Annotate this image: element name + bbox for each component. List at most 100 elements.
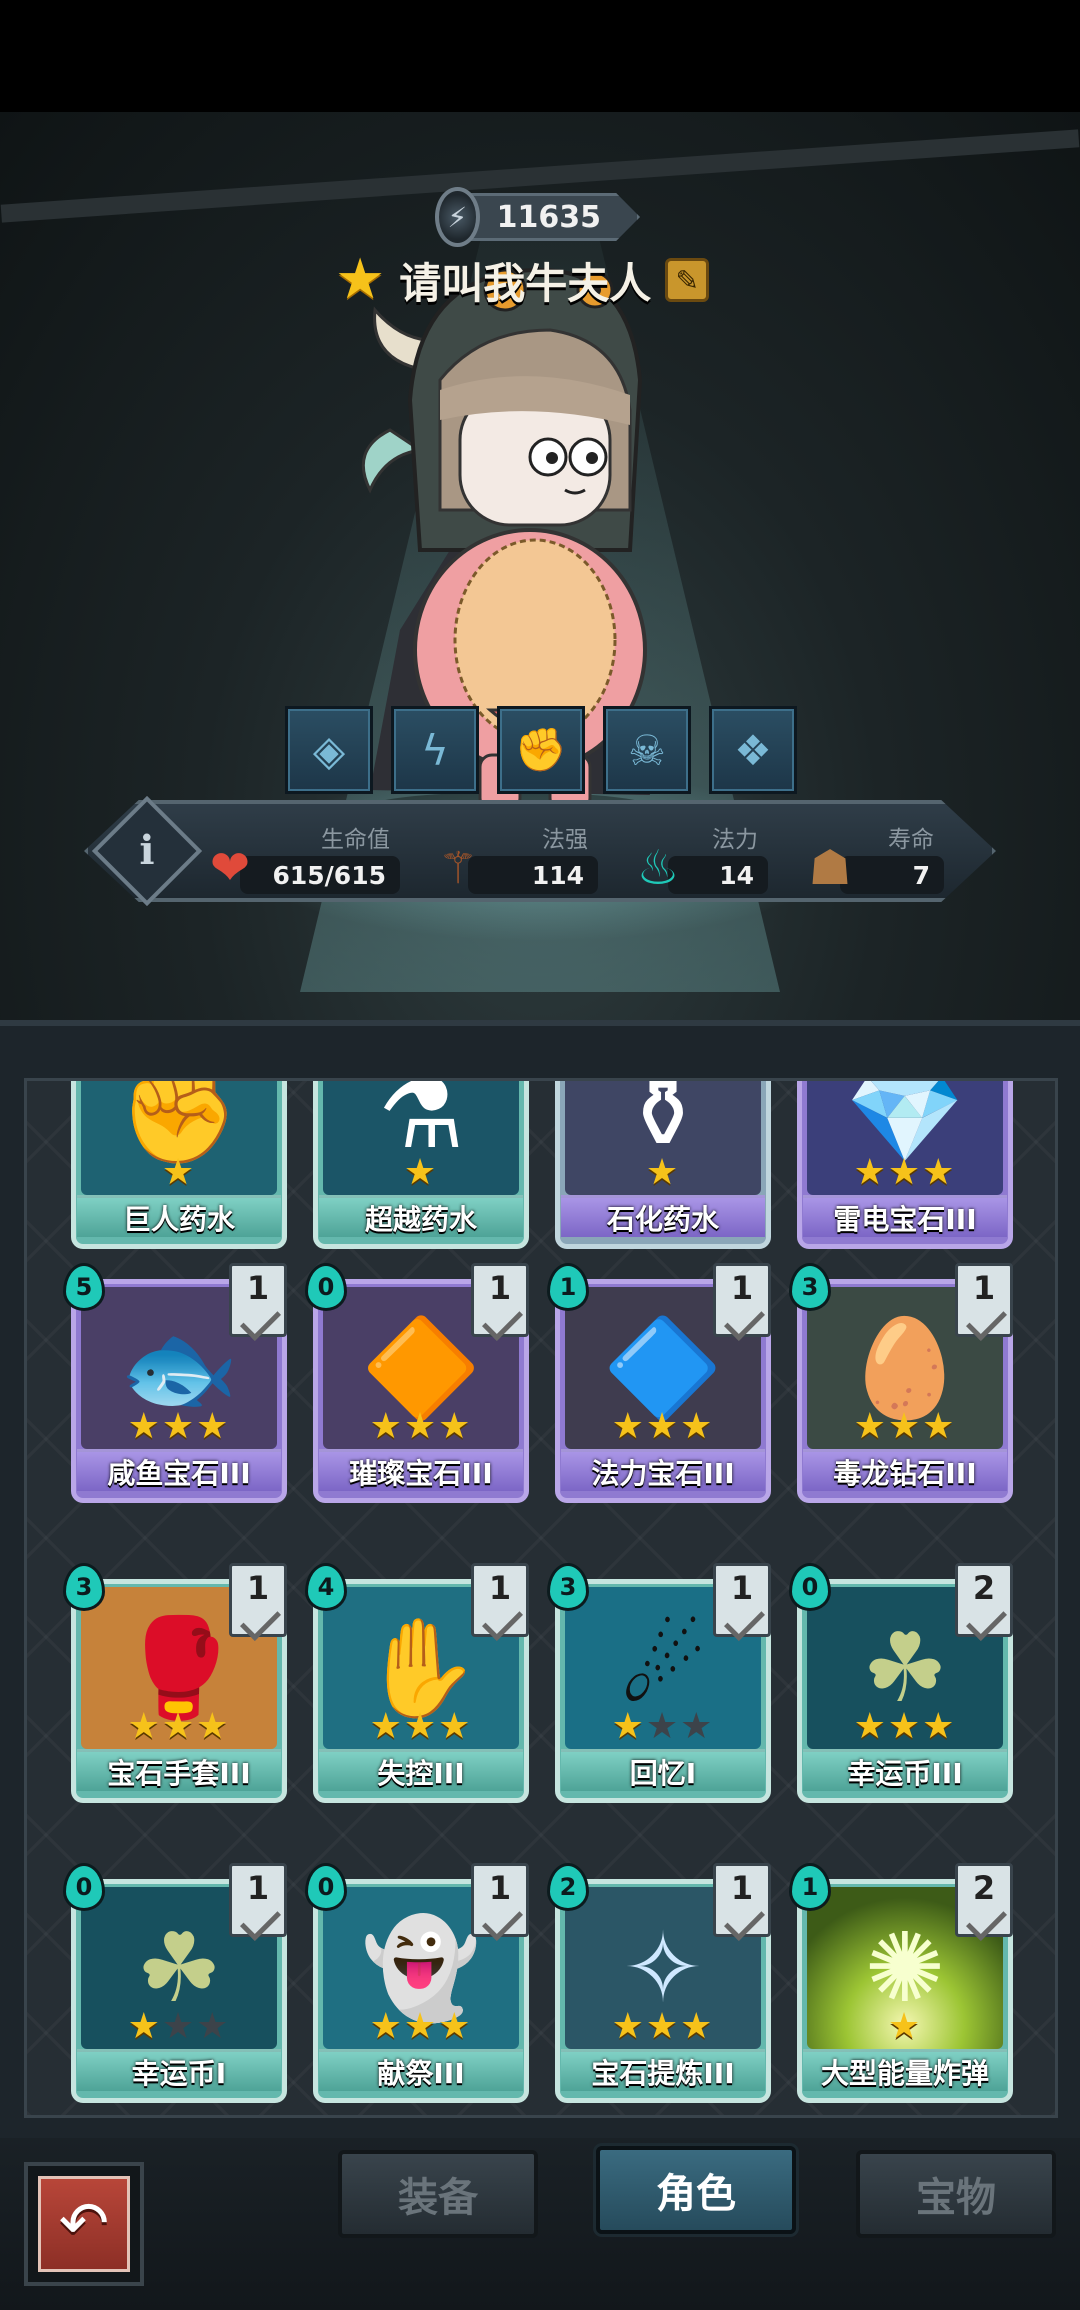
- card-title: 雷电宝石III: [803, 1195, 1007, 1237]
- card-stars: ★★★: [127, 1406, 231, 1447]
- mana-flame-icon: ♨: [636, 840, 680, 896]
- lightning-skill-icon[interactable]: ϟ: [391, 706, 479, 794]
- card-lucky-coin-3[interactable]: ☘ ★★★ 幸运币III 0 2: [789, 1563, 1017, 1807]
- mana-cost-badge: 0: [305, 1863, 347, 1911]
- stat-life: 寿命 7 ☗: [800, 814, 944, 896]
- tab-equipment[interactable]: 装备: [338, 2150, 538, 2238]
- card-gem-gauntlet[interactable]: 🥊 ★★★ 宝石手套III 3 1: [63, 1563, 291, 1807]
- mana-cost-badge: 3: [789, 1263, 831, 1311]
- mana-cost-badge: 3: [63, 1563, 105, 1611]
- stat-power-label: 法强: [542, 827, 588, 853]
- card-mana-gem[interactable]: 🔷 ★★★ 法力宝石III 1 1: [547, 1263, 775, 1507]
- card-level-badge: 2: [955, 1563, 1013, 1637]
- card-transcend-potion[interactable]: ⚗ ★ 超越药水: [313, 1081, 533, 1253]
- coin-icon: ⚡: [435, 187, 480, 247]
- card-fish-gem[interactable]: 🐟 ★★★ 咸鱼宝石III 5 1: [63, 1263, 291, 1507]
- card-level-badge: 1: [229, 1263, 287, 1337]
- card-title: 宝石提炼III: [561, 2049, 765, 2091]
- card-frenzy[interactable]: ✋ ★★★ 失控III 4 1: [305, 1563, 533, 1807]
- stat-life-label: 寿命: [888, 827, 934, 853]
- cards-skill-icon[interactable]: ❖: [709, 706, 797, 794]
- card-brilliant-gem[interactable]: 🔶 ★★★ 璀璨宝石III 0 1: [305, 1263, 533, 1507]
- card-stars: ★: [161, 1152, 197, 1193]
- edit-name-icon[interactable]: ✎: [665, 258, 710, 302]
- tab-treasure[interactable]: 宝物: [856, 2150, 1056, 2238]
- card-stars: ★★★: [853, 1152, 957, 1193]
- card-grid[interactable]: ✊ ★ 巨人药水 ⚗ ★ 超越药水 ⚱ ★ 石化药水 💎 ★★★ 雷电宝石III…: [24, 1078, 1058, 2118]
- card-title: 璀璨宝石III: [319, 1449, 523, 1491]
- card-gem-refine[interactable]: ✧ ★★★ 宝石提炼III 2 1: [547, 1863, 775, 2107]
- mushroom-icon: ☗: [808, 840, 852, 896]
- card-level-badge: 1: [955, 1263, 1013, 1337]
- card-stars: ★: [403, 1152, 439, 1193]
- card-title: 失控III: [319, 1749, 523, 1791]
- skill-row: ◈ ϟ ✊ ☠ ❖: [285, 706, 797, 794]
- fist-skill-icon[interactable]: ✊: [497, 706, 585, 794]
- card-stars: ★★★: [127, 2006, 231, 2047]
- card-sacrifice[interactable]: 👻 ★★★ 献祭III 0 1: [305, 1863, 533, 2107]
- card-stars: ★★★: [853, 1706, 957, 1747]
- card-title: 献祭III: [319, 2049, 523, 2091]
- card-level-badge: 2: [955, 1863, 1013, 1937]
- card-stars: ★: [887, 2006, 923, 2047]
- coin-value: 11635: [469, 193, 640, 241]
- skull-skill-icon[interactable]: ☠: [603, 706, 691, 794]
- mana-cost-badge: 5: [63, 1263, 105, 1311]
- coin-counter: ⚡ 11635: [435, 187, 640, 247]
- mana-cost-badge: 2: [547, 1863, 589, 1911]
- card-stars: ★★★: [369, 2006, 473, 2047]
- card-title: 超越药水: [319, 1195, 523, 1237]
- card-title: 毒龙钻石III: [803, 1449, 1007, 1491]
- stat-health: 生命值 615/615 ❤: [200, 814, 400, 896]
- card-stars: ★★★: [853, 1406, 957, 1447]
- player-name: 请叫我牛夫人: [399, 258, 652, 308]
- mana-cost-badge: 0: [305, 1263, 347, 1311]
- card-level-badge: 1: [471, 1863, 529, 1937]
- mana-cost-badge: 1: [789, 1863, 831, 1911]
- info-icon: i: [139, 827, 155, 874]
- card-stars: ★★★: [127, 1706, 231, 1747]
- card-stars: ★★★: [369, 1706, 473, 1747]
- card-title: 幸运币III: [803, 1749, 1007, 1791]
- card-title: 幸运币I: [77, 2049, 281, 2091]
- back-arrow-icon: ↶: [38, 2176, 130, 2272]
- card-title: 巨人药水: [77, 1195, 281, 1237]
- card-stars: ★★★: [611, 2006, 715, 2047]
- card-level-badge: 1: [229, 1563, 287, 1637]
- star-icon: ★: [335, 247, 386, 312]
- card-level-badge: 1: [713, 1863, 771, 1937]
- card-level-badge: 1: [713, 1263, 771, 1337]
- staff-icon: ⚚: [438, 842, 478, 894]
- card-title: 法力宝石III: [561, 1449, 765, 1491]
- tab-character[interactable]: 角色: [596, 2146, 796, 2234]
- mana-cost-badge: 3: [547, 1563, 589, 1611]
- card-lucky-coin-1[interactable]: ☘ ★★★ 幸运币I 0 1: [63, 1863, 291, 2107]
- mana-cost-badge: 0: [63, 1863, 105, 1911]
- mana-cost-badge: 1: [547, 1263, 589, 1311]
- card-title: 大型能量炸弹: [803, 2049, 1007, 2091]
- diamond-skill-icon[interactable]: ◈: [285, 706, 373, 794]
- card-memory[interactable]: ☄ ★★★ 回忆I 3 1: [547, 1563, 775, 1807]
- card-thunder-gem[interactable]: 💎 ★★★ 雷电宝石III: [797, 1081, 1017, 1253]
- player-name-row: ★ 请叫我牛夫人 ✎: [335, 247, 710, 312]
- mana-cost-badge: 4: [305, 1563, 347, 1611]
- card-level-badge: 1: [229, 1863, 287, 1937]
- heart-icon: ❤: [209, 840, 251, 896]
- card-stars: ★★★: [611, 1706, 715, 1747]
- card-petrify-potion[interactable]: ⚱ ★ 石化药水: [555, 1081, 775, 1253]
- card-stars: ★★★: [369, 1406, 473, 1447]
- card-level-badge: 1: [471, 1563, 529, 1637]
- card-energy-bomb[interactable]: ✺ ★ 大型能量炸弹 1 2: [789, 1863, 1017, 2107]
- back-button[interactable]: ↶: [24, 2162, 144, 2286]
- card-title: 宝石手套III: [77, 1749, 281, 1791]
- card-level-badge: 1: [471, 1263, 529, 1337]
- stat-mana: 法力 14 ♨: [628, 814, 768, 896]
- card-stars: ★★★: [611, 1406, 715, 1447]
- stat-health-value: 615/615: [240, 856, 400, 894]
- card-giant-potion[interactable]: ✊ ★ 巨人药水: [71, 1081, 291, 1253]
- card-title: 回忆I: [561, 1749, 765, 1791]
- card-level-badge: 1: [713, 1563, 771, 1637]
- card-dragon-diamond[interactable]: 🥚 ★★★ 毒龙钻石III 3 1: [789, 1263, 1017, 1507]
- stat-health-label: 生命值: [321, 827, 390, 853]
- card-stars: ★: [645, 1152, 681, 1193]
